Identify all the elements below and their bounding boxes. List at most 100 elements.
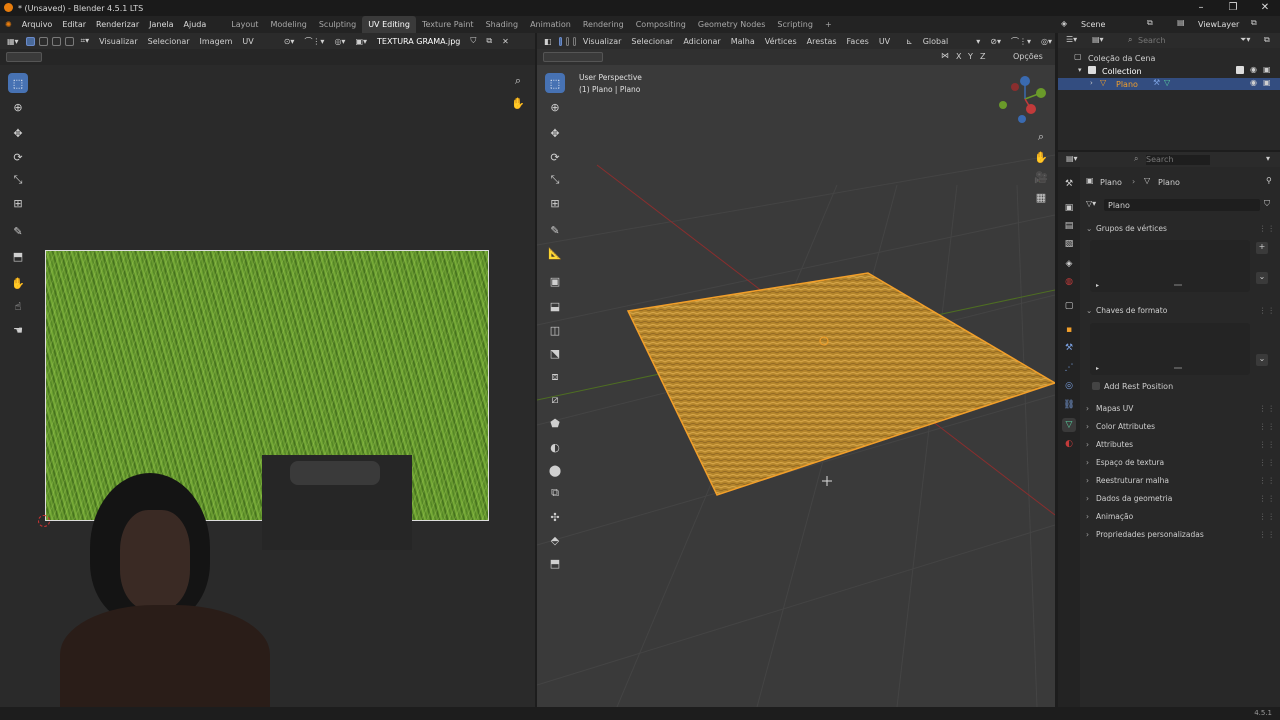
orientation-select[interactable]: Global [920, 37, 952, 46]
vp-menu-uv[interactable]: UV [876, 37, 893, 46]
scene-tab-icon[interactable]: ◈ [1062, 257, 1076, 271]
vertex-groups-drag-icon[interactable]: ⋮⋮ [1259, 224, 1276, 233]
tab-modeling[interactable]: Modeling [264, 16, 312, 33]
shape-keys-list-grip-icon[interactable] [1174, 367, 1182, 369]
plano-eye-icon[interactable]: ◉ [1250, 78, 1257, 87]
vertex-groups-panel[interactable]: ⌄ Grupos de vértices ⋮⋮ [1086, 220, 1276, 237]
material-tab-icon[interactable]: ◐ [1062, 437, 1076, 451]
extrude-tool[interactable]: ⬓ [545, 296, 565, 316]
edit-mode-icon[interactable]: ◧ [541, 37, 555, 46]
panel-animation[interactable]: › Animação ⋮⋮ [1086, 508, 1276, 525]
vp-menu-selecionar[interactable]: Selecionar [628, 37, 676, 46]
plano-camera-icon[interactable]: ▣ [1263, 78, 1271, 87]
menu-arquivo[interactable]: Arquivo [17, 20, 58, 29]
vp-select-box-tool[interactable]: ⬚ [545, 73, 565, 93]
add-rest-position-row[interactable]: Add Rest Position [1092, 381, 1252, 393]
scene-name[interactable]: Scene [1081, 20, 1105, 29]
color-attributes-drag-icon[interactable]: ⋮⋮ [1259, 422, 1276, 431]
collection-eye-icon[interactable]: ◉ [1250, 65, 1257, 74]
menu-janela[interactable]: Janela [144, 20, 178, 29]
poly-build-tool[interactable]: ⬟ [545, 413, 565, 433]
scale-tool[interactable]: ⤡ [8, 170, 28, 190]
vp-annotate-tool[interactable]: ✎ [545, 220, 565, 240]
spin-tool[interactable]: ◐ [545, 437, 565, 457]
mesh-fake-user-icon[interactable]: ⛉ [1264, 199, 1270, 209]
3d-viewport[interactable]: User Perspective (1) Plano | Plano ⬚ ⊕ ✥… [537, 65, 1055, 707]
outliner-search-input[interactable]: Search [1138, 36, 1218, 46]
panel-uv-maps[interactable]: › Mapas UV ⋮⋮ [1086, 400, 1276, 417]
vertex-group-add-icon[interactable]: + [1256, 242, 1268, 254]
vp-transform-tool[interactable]: ⊞ [545, 193, 565, 213]
panel-custom-properties[interactable]: › Propriedades personalizadas ⋮⋮ [1086, 526, 1276, 543]
fake-user-icon[interactable]: ⛉ [467, 36, 479, 46]
edge-select-icon[interactable] [51, 36, 61, 46]
tab-compositing[interactable]: Compositing [630, 16, 692, 33]
vertex-groups-list-expand-icon[interactable]: ▸ [1096, 282, 1099, 289]
tab-animation[interactable]: Animation [524, 16, 577, 33]
vp-menu-malha[interactable]: Malha [728, 37, 758, 46]
uv-menu-visualizar[interactable]: Visualizar [96, 37, 141, 46]
proportional-icon[interactable]: ◎▾ [331, 37, 348, 46]
vp-menu-visualizar[interactable]: Visualizar [580, 37, 625, 46]
camera-view-icon[interactable]: 🎥 [1031, 167, 1051, 187]
transform-tool[interactable]: ⊞ [8, 193, 28, 213]
vertex-group-menu-icon[interactable]: ⌄ [1256, 272, 1268, 284]
scene-collection-row[interactable]: ▢ Coleção da Cena [1058, 52, 1280, 64]
tab-texture-paint[interactable]: Texture Paint [416, 16, 480, 33]
vp-menu-faces[interactable]: Faces [844, 37, 872, 46]
rip-region-tool[interactable]: ⬒ [545, 553, 565, 573]
unlink-image-icon[interactable]: ✕ [499, 37, 512, 46]
face-select-icon[interactable] [64, 36, 74, 46]
uv-menu-uv[interactable]: UV [239, 37, 256, 46]
move-tool[interactable]: ✥ [8, 123, 28, 143]
mesh-name-field[interactable]: Plano [1104, 199, 1260, 211]
collection-tab-icon[interactable]: ▢ [1062, 299, 1076, 313]
shape-keys-drag-icon[interactable]: ⋮⋮ [1259, 306, 1276, 315]
options-button[interactable]: Opções [1013, 52, 1043, 61]
ortho-toggle-icon[interactable]: ▦ [1031, 187, 1051, 207]
outliner-editor-icon[interactable]: ☰▾ [1066, 35, 1077, 44]
navigation-gizmo[interactable] [995, 73, 1055, 129]
add-workspace-icon[interactable]: + [819, 16, 838, 33]
tab-layout[interactable]: Layout [225, 16, 264, 33]
mesh-browse-icon[interactable]: ▽▾ [1086, 199, 1096, 208]
new-scene-icon[interactable]: ⧉ [1147, 18, 1153, 28]
uv-select-mode-icon[interactable] [6, 52, 42, 62]
filter-icon[interactable]: ⏷▾ [1240, 35, 1250, 45]
tab-uv-editing[interactable]: UV Editing [362, 16, 416, 33]
smooth-tool[interactable]: ⬤ [545, 460, 565, 480]
axis-z-toggle[interactable]: Z [980, 52, 985, 61]
vp-select-mode-icon[interactable] [543, 52, 603, 62]
cursor-tool[interactable]: ⊕ [8, 97, 28, 117]
sticky-mode-icon[interactable]: ⌗▾ [78, 36, 93, 46]
bevel-tool[interactable]: ⬔ [545, 343, 565, 363]
vp-face-select-icon[interactable] [572, 36, 576, 46]
vp-edge-select-icon[interactable] [565, 36, 569, 46]
shear-tool[interactable]: ⬘ [545, 530, 565, 550]
annotate-tool[interactable]: ✎ [8, 221, 28, 241]
vp-snap-icon[interactable]: ⌒⋮▾ [1008, 36, 1034, 47]
data-tab-icon[interactable]: ▽ [1062, 418, 1076, 432]
world-tab-icon[interactable]: ◍ [1062, 275, 1076, 289]
shrink-tool[interactable]: ✣ [545, 507, 565, 527]
properties-options-icon[interactable]: ▾ [1266, 154, 1270, 163]
render-tab-icon[interactable]: ▣ [1062, 201, 1076, 215]
pan-icon[interactable]: ✋ [508, 93, 528, 113]
tool-tab-icon[interactable]: ⚒ [1062, 177, 1076, 191]
remesh-drag-icon[interactable]: ⋮⋮ [1259, 476, 1276, 485]
vertex-select-icon[interactable] [38, 36, 48, 46]
view-layer-tab-icon[interactable]: ▧ [1062, 237, 1076, 251]
plano-expand-icon[interactable]: › [1090, 79, 1093, 87]
shape-keys-list-expand-icon[interactable]: ▸ [1096, 365, 1099, 372]
shape-keys-panel[interactable]: ⌄ Chaves de formato ⋮⋮ [1086, 302, 1276, 319]
vp-pan-icon[interactable]: ✋ [1031, 147, 1051, 167]
axis-x-toggle[interactable]: X [956, 52, 961, 61]
menu-renderizar[interactable]: Renderizar [91, 20, 144, 29]
select-box-tool[interactable]: ⬚ [8, 73, 28, 93]
close-icon[interactable]: ✕ [1250, 0, 1280, 16]
vp-move-tool[interactable]: ✥ [545, 123, 565, 143]
shape-keys-list[interactable]: ▸ [1090, 323, 1250, 375]
attributes-drag-icon[interactable]: ⋮⋮ [1259, 440, 1276, 449]
view-layer-name[interactable]: ViewLayer [1198, 20, 1239, 29]
blender-menu-icon[interactable]: ✺ [0, 20, 17, 29]
